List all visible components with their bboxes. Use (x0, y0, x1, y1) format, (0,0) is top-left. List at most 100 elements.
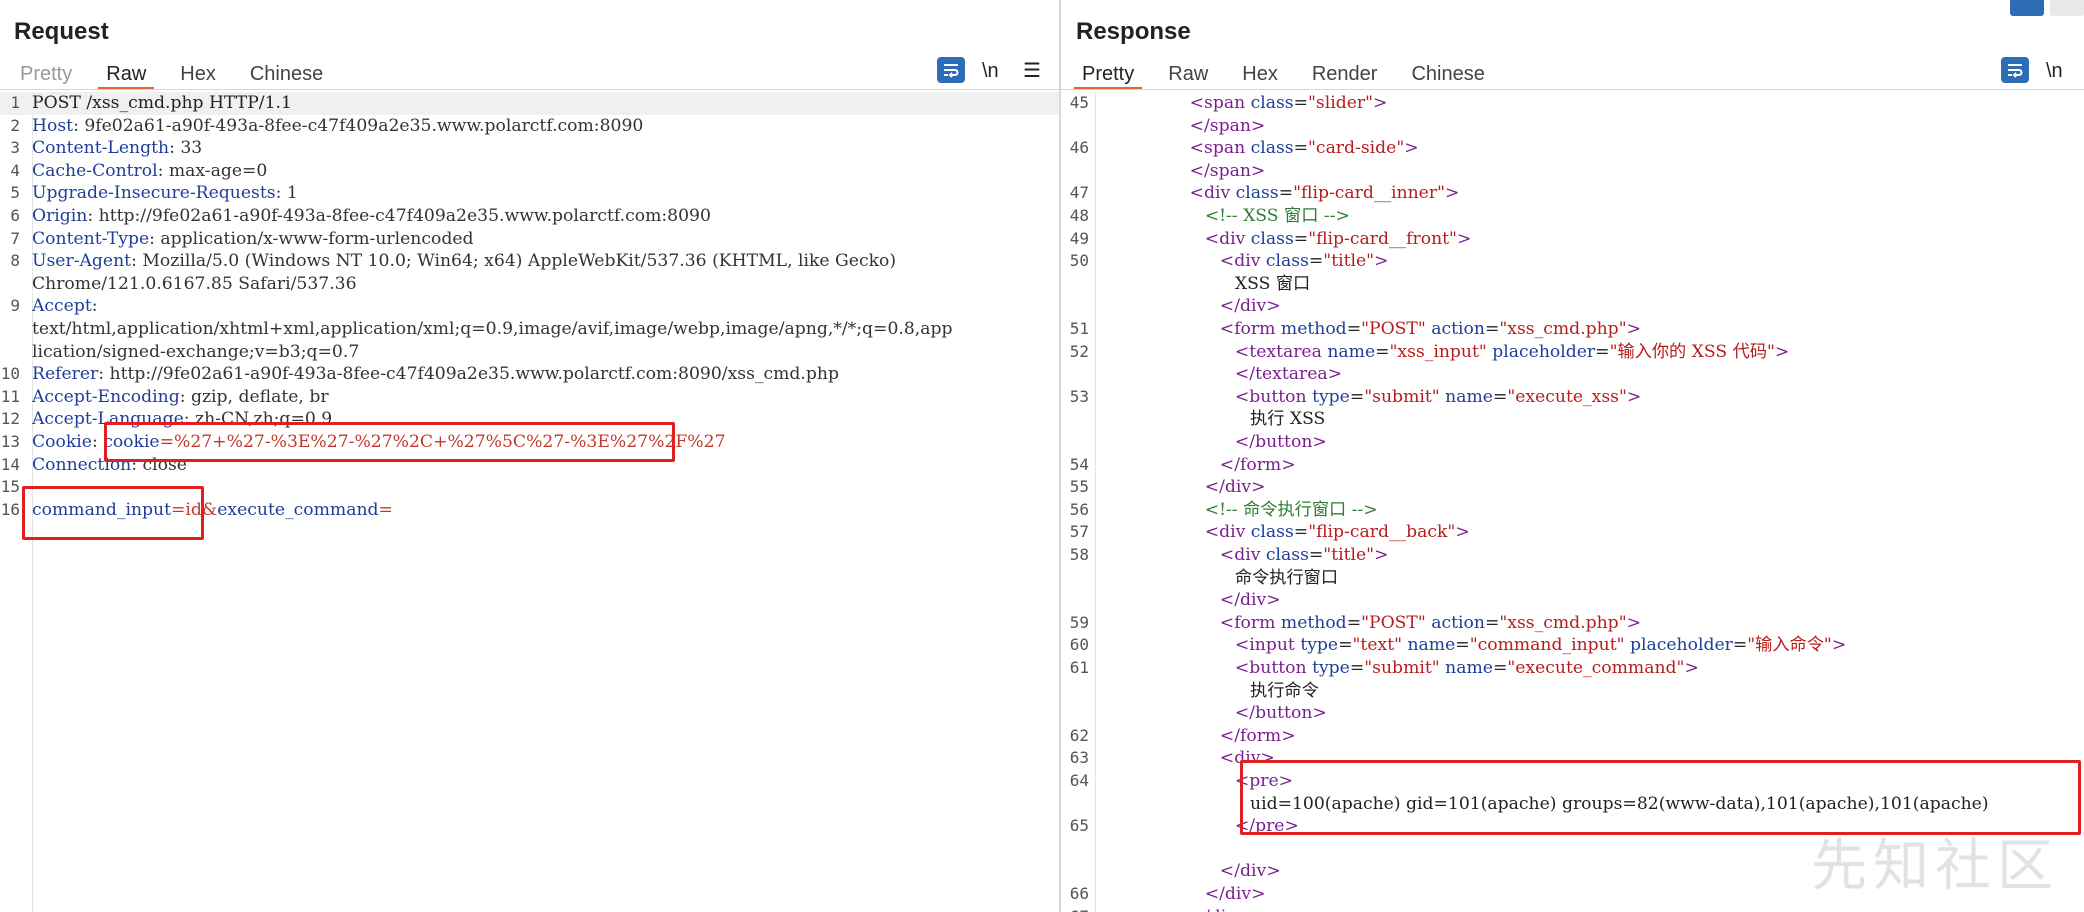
code-line: 5 Upgrade-Insecure-Requests: 1 (0, 182, 1059, 205)
code-token: Cache-Control (32, 160, 158, 181)
code-token: type (1312, 658, 1350, 678)
line-number: 4 (10, 160, 20, 180)
tab-render[interactable]: Render (1300, 58, 1390, 88)
code-token: Connection (32, 454, 132, 475)
line-text: </div> (1220, 295, 1281, 318)
code-line: 15 (0, 476, 1059, 499)
code-line: XSS 窗口 (1061, 273, 2084, 296)
code-token: : http://9fe02a61-a90f-493a-8fee-c47f409… (98, 364, 839, 385)
line-text: Accept: (32, 295, 98, 318)
code-token: class (1250, 138, 1294, 159)
code-token: "execute_command" (1507, 658, 1685, 678)
line-number: 58 (1069, 545, 1089, 564)
code-token: </div> (1219, 861, 1281, 882)
tab-pretty[interactable]: Pretty (8, 58, 84, 88)
code-line: 57 <div class="flip-card__back"> (1061, 521, 2084, 544)
request-pane: Request Pretty Raw Hex Chinese \n ☰ 1 POST /… (0, 0, 1059, 912)
tab-hex[interactable]: Hex (1230, 58, 1290, 88)
tab-hex[interactable]: Hex (168, 58, 228, 88)
code-token: Accept-Encoding (32, 386, 180, 407)
line-number: 46 (1069, 138, 1089, 158)
code-token: "execute_xss" (1507, 386, 1627, 407)
code-line: 51 <form method="POST" action="xss_cmd.ph… (1061, 318, 2084, 341)
code-token: = (1346, 319, 1362, 339)
tab-raw[interactable]: Raw (94, 58, 158, 90)
split-layout-icon[interactable] (2010, 0, 2044, 16)
tab-chinese[interactable]: Chinese (1399, 58, 1496, 88)
show-newlines-button[interactable]: \n (982, 57, 999, 85)
line-text: </div> (1205, 476, 1266, 499)
code-token: placeholder (1492, 341, 1596, 362)
line-number: 64 (1069, 771, 1089, 790)
code-token: : (91, 432, 104, 452)
layout-toggle[interactable] (1984, 0, 2084, 16)
code-token: Host (32, 115, 74, 136)
code-token: Accept-Language (32, 409, 184, 430)
line-number: 6 (10, 206, 20, 225)
code-line: 14 Connection: close (0, 454, 1059, 477)
code-token: command_input (32, 499, 172, 520)
code-token: type (1300, 635, 1339, 656)
line-number: 49 (1069, 228, 1089, 248)
line-number: 54 (1069, 454, 1089, 474)
code-token: = (1293, 228, 1309, 249)
code-token: Chrome/121.0.6167.85 Safari/537.36 (32, 273, 357, 294)
code-line: 13 Cookie: cookie=%27+%27-%3E%27-%27%2C+%… (0, 431, 1059, 454)
wrap-lines-button[interactable] (937, 57, 965, 85)
line-number: 56 (1069, 499, 1089, 519)
line-number: 66 (1069, 884, 1089, 903)
code-line: 56 <!-- 命令执行窗口 --> (1061, 499, 2084, 522)
code-token: name (1407, 635, 1456, 656)
code-line: 63 <div> (1061, 747, 2084, 770)
line-text: lication/signed-exchange;v=b3;q=0.7 (32, 341, 359, 364)
code-token: <span (1189, 93, 1251, 113)
line-text: <div class="flip-card__back"> (1205, 521, 1470, 544)
request-tabs: Pretty Raw Hex Chinese (8, 58, 345, 90)
line-text: <form method="POST" action="xss_cmd.php"… (1220, 612, 1641, 635)
request-editor[interactable]: 1 POST /xss_cmd.php HTTP/1.1 2 Host: 9fe02a… (0, 92, 1059, 912)
code-token: class (1250, 522, 1294, 543)
code-token: "flip-card__back" (1308, 522, 1456, 543)
code-line: </button> (1061, 431, 2084, 454)
code-token: Referer (32, 364, 99, 385)
code-line: 49 <div class="flip-card__front"> (1061, 228, 2084, 251)
line-text: </button> (1235, 431, 1327, 454)
code-token: =%27+%27-%3E%27-%27%2C+%27%5C%27-%3E%27%… (159, 432, 726, 452)
code-token: </div> (1219, 296, 1281, 317)
request-title: Request (14, 18, 109, 45)
code-line: 67 </div> (1061, 906, 2084, 912)
code-token: <!-- XSS 窗口 --> (1204, 206, 1350, 226)
code-line: 54 </form> (1061, 454, 2084, 477)
stacked-layout-icon[interactable] (2050, 0, 2084, 16)
code-line: 执行 XSS (1061, 408, 2084, 431)
code-token: </pre> (1234, 816, 1299, 837)
code-token: class (1250, 228, 1294, 249)
response-viewer[interactable]: 45 <span class="slider"> </span> 46 <span cl… (1061, 92, 2084, 912)
line-text: Accept-Encoding: gzip, deflate, br (32, 386, 329, 409)
line-text: <span class="slider"> (1190, 92, 1388, 115)
code-token: type (1312, 386, 1350, 407)
show-newlines-button[interactable]: \n (2046, 57, 2063, 85)
tab-pretty[interactable]: Pretty (1070, 58, 1146, 90)
code-token: : close (131, 454, 187, 475)
code-token: <pre> (1234, 771, 1294, 791)
code-token: <div (1204, 522, 1251, 543)
code-token: > (1374, 251, 1389, 272)
line-number: 12 (0, 409, 20, 429)
code-token: method (1280, 612, 1347, 633)
code-token: > (1456, 228, 1472, 249)
menu-icon[interactable]: ☰ (1020, 57, 1044, 85)
line-text: </div> (1205, 883, 1266, 906)
line-text: <button type="submit" name="execute_xss"… (1235, 386, 1641, 409)
line-number: 7 (10, 228, 20, 248)
wrap-lines-button[interactable] (2001, 57, 2029, 85)
line-number: 51 (1069, 319, 1089, 338)
code-line: 60 <input type="text" name="command_input… (1061, 634, 2084, 657)
line-text: Accept-Language: zh-CN,zh;q=0.9 (32, 408, 332, 431)
code-line: lication/signed-exchange;v=b3;q=0.7 (0, 341, 1059, 364)
tab-raw[interactable]: Raw (1156, 58, 1220, 88)
tab-chinese[interactable]: Chinese (238, 58, 335, 88)
code-line: 3 Content-Length: 33 (0, 137, 1059, 160)
line-text: Upgrade-Insecure-Requests: 1 (32, 182, 298, 205)
code-line: text/html,application/xhtml+xml,applicat… (0, 318, 1059, 341)
